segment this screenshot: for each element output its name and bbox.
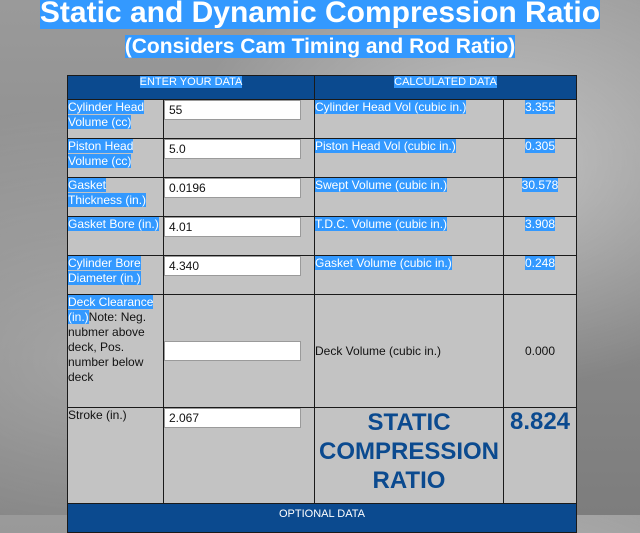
cylinder-head-volume-input[interactable] — [164, 100, 301, 120]
deck-volume-label: Deck Volume (cubic in.) — [314, 294, 504, 408]
calc-label: Piston Head Vol (cubic in.) — [314, 138, 504, 178]
gasket-bore-input[interactable] — [164, 217, 301, 237]
deck-clearance-label: Deck Clearance (in.)Note: Neg. nubmer ab… — [67, 294, 164, 408]
calc-value: 30.578 — [503, 177, 577, 217]
calc-label: Swept Volume (cubic in.) — [314, 177, 504, 217]
table-row: Cylinder Head Volume (cc) Cylinder Head … — [67, 99, 577, 139]
page-title: Static and Dynamic Compression Ratio — [0, 0, 640, 30]
calculator-table: ENTER YOUR DATA CALCULATED DATA Cylinder… — [67, 75, 577, 533]
calc-value: 0.248 — [503, 255, 577, 295]
stroke-input[interactable] — [164, 408, 301, 428]
enter-data-header: ENTER YOUR DATA — [67, 75, 315, 100]
static-compression-ratio-value: 8.824 — [503, 407, 577, 504]
input-label: Piston Head Volume (cc) — [67, 138, 164, 178]
optional-data-header: OPTIONAL DATA — [67, 503, 577, 533]
calc-value: 3.355 — [503, 99, 577, 139]
gasket-thickness-input[interactable] — [164, 178, 301, 198]
input-label: Gasket Bore (in.) — [67, 216, 164, 256]
input-label: Gasket Thickness (in.) — [67, 177, 164, 217]
table-row: Deck Clearance (in.)Note: Neg. nubmer ab… — [67, 294, 577, 408]
table-row: Piston Head Volume (cc) Piston Head Vol … — [67, 138, 577, 178]
cylinder-bore-diameter-input[interactable] — [164, 256, 301, 276]
calc-label: Gasket Volume (cubic in.) — [314, 255, 504, 295]
calc-value: 3.908 — [503, 216, 577, 256]
table-row: Cylinder Bore Diameter (in.) Gasket Volu… — [67, 255, 577, 295]
calc-label: Cylinder Head Vol (cubic in.) — [314, 99, 504, 139]
page-subtitle: (Considers Cam Timing and Rod Ratio) — [124, 35, 516, 58]
table-row: Stroke (in.) STATIC COMPRESSION RATIO 8.… — [67, 407, 577, 504]
static-compression-ratio-label: STATIC COMPRESSION RATIO — [314, 407, 504, 504]
calc-value: 0.305 — [503, 138, 577, 178]
stroke-label: Stroke (in.) — [67, 407, 164, 504]
piston-head-volume-input[interactable] — [164, 139, 301, 159]
table-row: Gasket Bore (in.) T.D.C. Volume (cubic i… — [67, 216, 577, 256]
input-label: Cylinder Head Volume (cc) — [67, 99, 164, 139]
input-label: Cylinder Bore Diameter (in.) — [67, 255, 164, 295]
deck-clearance-input[interactable] — [164, 341, 301, 361]
calculated-data-header: CALCULATED DATA — [314, 75, 577, 100]
calc-label: T.D.C. Volume (cubic in.) — [314, 216, 504, 256]
table-row: Gasket Thickness (in.) Swept Volume (cub… — [67, 177, 577, 217]
deck-volume-value: 0.000 — [503, 294, 577, 408]
